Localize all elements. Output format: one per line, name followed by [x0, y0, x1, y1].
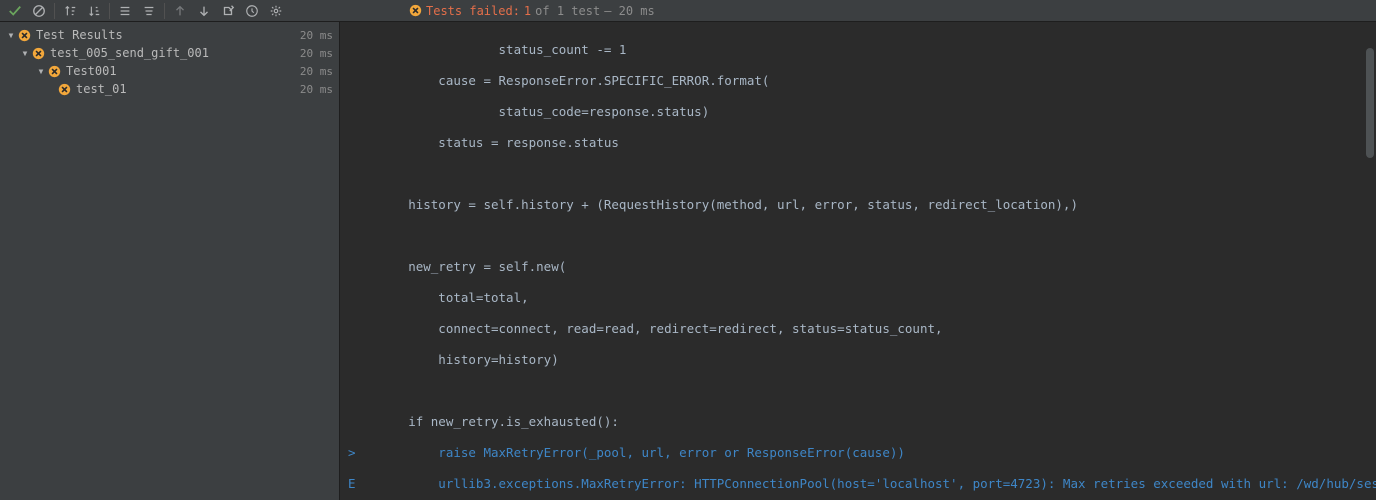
expand-all-icon[interactable]	[114, 1, 136, 21]
arrow-up-icon[interactable]	[169, 1, 191, 21]
output-line: E urllib3.exceptions.MaxRetryError: HTTP…	[348, 476, 1376, 491]
tree-duration: 20 ms	[300, 83, 333, 96]
output-line: status_count -= 1	[348, 42, 626, 57]
fail-icon	[18, 28, 32, 42]
collapse-all-icon[interactable]	[138, 1, 160, 21]
tree-root[interactable]: ▾ Test Results 20 ms	[0, 26, 339, 44]
history-icon[interactable]	[241, 1, 263, 21]
output-line: status_code=response.status)	[348, 104, 709, 119]
test-tree: ▾ Test Results 20 ms ▾ test_005_send_gif…	[0, 22, 340, 500]
fail-icon	[32, 46, 46, 60]
output-line: history=history)	[348, 352, 559, 367]
console-output[interactable]: status_count -= 1 cause = ResponseError.…	[340, 22, 1376, 500]
main-area: ▾ Test Results 20 ms ▾ test_005_send_gif…	[0, 22, 1376, 500]
tree-item-test[interactable]: test_01 20 ms	[0, 80, 339, 98]
chevron-down-icon[interactable]: ▾	[20, 48, 30, 58]
fail-icon	[48, 64, 62, 78]
tree-duration: 20 ms	[300, 65, 333, 78]
chevron-down-icon[interactable]: ▾	[36, 66, 46, 76]
sort-asc-icon[interactable]	[59, 1, 81, 21]
output-line: > raise MaxRetryError(_pool, url, error …	[348, 445, 905, 460]
tree-label: Test001	[66, 64, 117, 78]
disable-icon[interactable]	[28, 1, 50, 21]
fail-status-icon	[409, 4, 422, 17]
tree-label: test_005_send_gift_001	[50, 46, 209, 60]
export-icon[interactable]	[217, 1, 239, 21]
output-line: cause = ResponseError.SPECIFIC_ERROR.for…	[348, 73, 769, 88]
tree-duration: 20 ms	[300, 29, 333, 42]
output-line: status = response.status	[348, 135, 619, 150]
tests-failed-label: Tests failed:	[426, 4, 520, 18]
sort-desc-icon[interactable]	[83, 1, 105, 21]
failed-count: 1	[524, 4, 531, 18]
tests-total-label: of 1 test	[535, 4, 600, 18]
scrollbar-thumb[interactable]	[1366, 48, 1374, 158]
arrow-down-icon[interactable]	[193, 1, 215, 21]
tests-duration: – 20 ms	[604, 4, 655, 18]
tree-label: test_01	[76, 82, 127, 96]
output-line: history = self.history + (RequestHistory…	[348, 197, 1078, 212]
output-line: new_retry = self.new(	[348, 259, 566, 274]
fail-icon	[58, 82, 72, 96]
tree-duration: 20 ms	[300, 47, 333, 60]
test-toolbar: Tests failed: 1 of 1 test – 20 ms	[0, 0, 1376, 22]
tree-item-file[interactable]: ▾ test_005_send_gift_001 20 ms	[0, 44, 339, 62]
output-line: connect=connect, read=read, redirect=red…	[348, 321, 943, 336]
tree-label: Test Results	[36, 28, 123, 42]
output-line: if new_retry.is_exhausted():	[348, 414, 619, 429]
gear-icon[interactable]	[265, 1, 287, 21]
output-line: total=total,	[348, 290, 529, 305]
check-icon[interactable]	[4, 1, 26, 21]
tree-item-class[interactable]: ▾ Test001 20 ms	[0, 62, 339, 80]
chevron-down-icon[interactable]: ▾	[6, 30, 16, 40]
